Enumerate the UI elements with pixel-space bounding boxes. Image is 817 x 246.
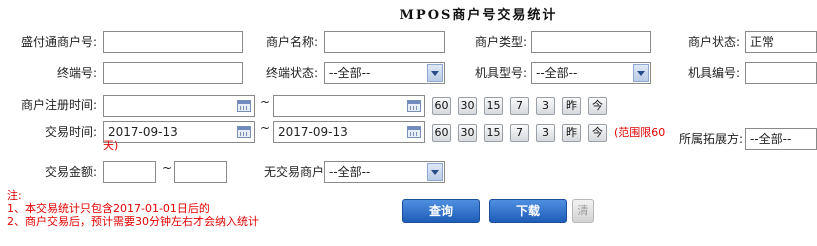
trade-time-label: 交易时间: (44, 125, 97, 139)
calendar-icon[interactable] (407, 100, 421, 112)
reg-quick-15-button[interactable]: 15 (484, 97, 503, 115)
page-title: MPOS商户号交易统计 (399, 8, 558, 23)
merchant-no-input[interactable] (103, 31, 243, 53)
terminal-no-label: 终端号: (56, 66, 97, 80)
chevron-down-icon[interactable] (427, 64, 443, 82)
terminal-no-input[interactable] (103, 62, 243, 84)
merchant-status-value: 正常 (750, 35, 775, 49)
chevron-down-icon[interactable] (633, 64, 649, 82)
no-trade-label: 无交易商户 (263, 165, 324, 179)
terminal-status-select[interactable]: --全部-- (324, 62, 445, 84)
reg-time-start-input[interactable] (103, 95, 255, 117)
merchant-no-label: 盛付通商户号: (20, 35, 97, 49)
reg-quick-3-button[interactable]: 3 (536, 97, 555, 115)
expander-value: --全部-- (750, 132, 792, 146)
reg-quick-today-button[interactable]: 今 (588, 97, 607, 115)
device-no-label: 机具编号: (687, 66, 740, 80)
merchant-name-input[interactable] (324, 31, 445, 53)
merchant-type-input[interactable] (531, 31, 651, 53)
notes-line-1: 1、本交易统计只包含2017-01-01日后的 (7, 202, 210, 215)
merchant-status-label: 商户状态: (687, 35, 740, 49)
no-trade-value: --全部-- (329, 165, 371, 179)
reg-quick-yesterday-button[interactable]: 昨 (562, 97, 581, 115)
chevron-down-icon[interactable] (427, 163, 443, 181)
range-separator: ~ (260, 95, 271, 109)
reg-quick-30-button[interactable]: 30 (458, 97, 477, 115)
device-no-input[interactable] (745, 62, 817, 84)
reg-time-end-input[interactable] (273, 95, 425, 117)
expander-select[interactable]: --全部-- (745, 128, 817, 150)
terminal-status-label: 终端状态: (265, 66, 318, 80)
merchant-name-label: 商户名称: (265, 35, 318, 49)
amount-max-input[interactable] (174, 161, 227, 183)
terminal-status-value: --全部-- (329, 66, 371, 80)
reg-quick-7-button[interactable]: 7 (510, 97, 529, 115)
notes-head: 注: (7, 189, 22, 202)
range-limit-note: (范围限60天) (103, 126, 666, 152)
download-button[interactable]: 下载 (489, 199, 567, 223)
notes-line-2: 2、商户交易后，预计需要30分钟左右才会纳入统计 (7, 215, 259, 228)
reg-time-label: 商户注册时间: (20, 98, 97, 112)
range-separator: ~ (162, 161, 173, 175)
no-trade-select[interactable]: --全部-- (324, 161, 445, 183)
device-model-select[interactable]: --全部-- (531, 62, 651, 84)
device-model-value: --全部-- (536, 66, 578, 80)
reg-quick-60-button[interactable]: 60 (432, 97, 451, 115)
clear-button[interactable]: 清 (572, 199, 594, 223)
query-button[interactable]: 查询 (402, 199, 480, 223)
calendar-icon[interactable] (237, 100, 251, 112)
amount-label: 交易金额: (44, 165, 97, 179)
merchant-type-label: 商户类型: (474, 35, 527, 49)
device-model-label: 机具型号: (474, 66, 527, 80)
amount-min-input[interactable] (103, 161, 156, 183)
merchant-status-select[interactable]: 正常 (745, 31, 817, 53)
expander-label: 所属拓展方: (678, 132, 743, 146)
